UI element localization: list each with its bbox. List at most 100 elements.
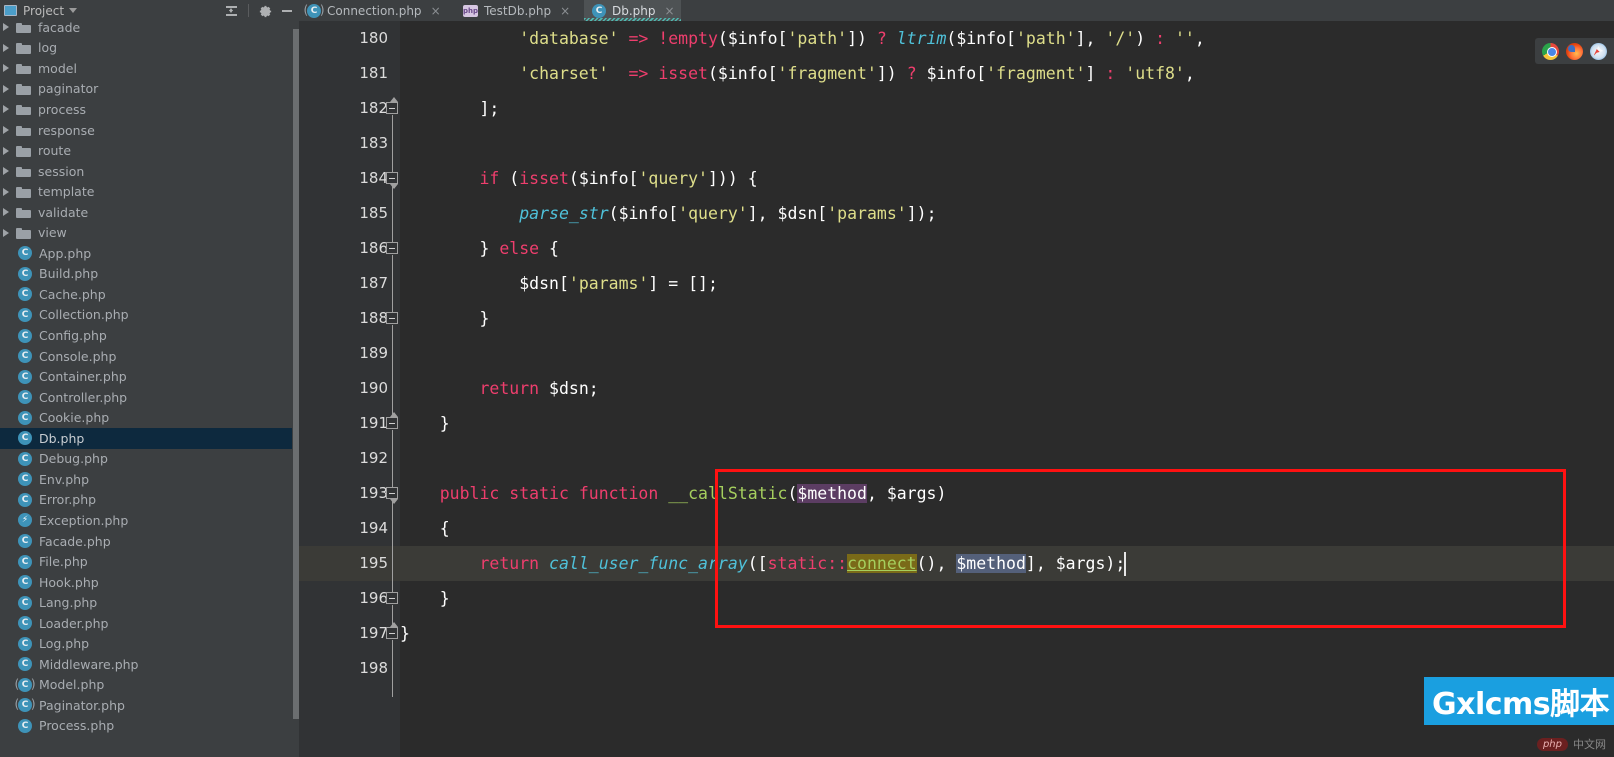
tree-file-Cookie[interactable]: Cookie.php <box>0 407 292 428</box>
tree-folder-paginator[interactable]: paginator <box>0 79 292 100</box>
expand-arrow-icon[interactable] <box>3 23 9 32</box>
tree-folder-session[interactable]: session <box>0 161 292 182</box>
tree-file-App[interactable]: App.php <box>0 243 292 264</box>
code-line-189[interactable] <box>400 336 1614 371</box>
tree-file-Model[interactable]: )Model.php <box>0 675 292 696</box>
tree-file-Error[interactable]: Error.php <box>0 490 292 511</box>
tree-folder-log[interactable]: log <box>0 38 292 59</box>
fold-marker-196[interactable] <box>386 592 398 604</box>
tree-file-Collection[interactable]: Collection.php <box>0 305 292 326</box>
code-line-193[interactable]: public static function __callStatic($met… <box>400 476 1614 511</box>
fold-marker-191[interactable] <box>386 412 398 429</box>
expand-arrow-icon[interactable] <box>3 105 9 114</box>
tree-file-Container[interactable]: Container.php <box>0 366 292 387</box>
tree-file-label: Config.php <box>39 328 107 343</box>
tab-testdb[interactable]: TestDb.php × <box>455 0 576 21</box>
tree-file-Env[interactable]: Env.php <box>0 469 292 490</box>
expand-arrow-icon[interactable] <box>3 228 9 237</box>
tree-file-Process[interactable]: Process.php <box>0 716 292 737</box>
fold-marker-184[interactable] <box>386 172 398 189</box>
tree-file-Build[interactable]: Build.php <box>0 264 292 285</box>
tree-file-label: Exception.php <box>39 512 129 528</box>
tree-folder-model[interactable]: model <box>0 58 292 79</box>
tree-file-Facade[interactable]: Facade.php <box>0 531 292 552</box>
firefox-icon[interactable] <box>1566 42 1583 60</box>
tab-connection[interactable]: ()Connection.php × <box>299 0 447 21</box>
close-icon[interactable]: × <box>431 5 441 17</box>
project-tree[interactable]: facade log model paginator process response ro… <box>0 17 292 757</box>
tree-file-Log[interactable]: Log.php <box>0 634 292 655</box>
expand-arrow-icon[interactable] <box>3 64 9 73</box>
fold-marker-186[interactable] <box>386 242 398 254</box>
code-line-186[interactable]: } else { <box>400 231 1614 266</box>
close-icon[interactable]: × <box>665 5 675 17</box>
code-line-184[interactable]: if (isset($info['query'])) { <box>400 161 1614 196</box>
tree-folder-process[interactable]: process <box>0 99 292 120</box>
expand-arrow-icon[interactable] <box>3 84 9 93</box>
expand-arrow-icon[interactable] <box>3 208 9 217</box>
watermark-php-badge: php <box>1536 737 1568 751</box>
tree-folder-template[interactable]: template <box>0 181 292 202</box>
class-icon <box>18 451 32 466</box>
tree-folder-validate[interactable]: validate <box>0 202 292 223</box>
project-tree-scrollbar[interactable] <box>292 0 299 757</box>
tree-file-Loader[interactable]: Loader.php <box>0 613 292 634</box>
code-line-194[interactable]: { <box>400 511 1614 546</box>
tree-file-Controller[interactable]: Controller.php <box>0 387 292 408</box>
safari-icon[interactable] <box>1590 42 1607 60</box>
tab-db[interactable]: Db.php × <box>584 0 681 21</box>
code-line-192[interactable] <box>400 441 1614 476</box>
fold-marker-197[interactable] <box>386 622 398 639</box>
chevron-down-icon[interactable] <box>69 8 78 13</box>
tree-file-Db[interactable]: Db.php <box>0 428 292 449</box>
collapse-all-icon[interactable] <box>224 3 239 18</box>
fold-guide-line <box>391 500 393 592</box>
code-line-185[interactable]: parse_str($info['query'], $dsn['params']… <box>400 196 1614 231</box>
expand-arrow-icon[interactable] <box>3 43 9 52</box>
tree-file-Console[interactable]: Console.php <box>0 346 292 367</box>
code-line-190[interactable]: return $dsn; <box>400 371 1614 406</box>
expand-arrow-icon[interactable] <box>3 187 9 196</box>
fold-marker-188[interactable] <box>386 312 398 324</box>
tree-folder-route[interactable]: route <box>0 140 292 161</box>
tree-file-Config[interactable]: Config.php <box>0 325 292 346</box>
tree-folder-label: response <box>38 122 95 138</box>
folder-icon <box>16 42 31 54</box>
code-line-183[interactable] <box>400 126 1614 161</box>
chrome-icon[interactable] <box>1542 42 1559 60</box>
code-line-188[interactable]: } <box>400 301 1614 336</box>
class-icon <box>18 410 32 425</box>
tree-file-Paginator[interactable]: )Paginator.php <box>0 695 292 716</box>
code-line-182[interactable]: ]; <box>400 91 1614 126</box>
code-line-197[interactable]: } <box>400 616 1614 651</box>
gear-icon[interactable] <box>258 4 272 18</box>
code-folding-strip[interactable] <box>383 21 400 757</box>
code-line-196[interactable]: } <box>400 581 1614 616</box>
tree-file-Exception[interactable]: Exception.php <box>0 510 292 531</box>
tree-file-Debug[interactable]: Debug.php <box>0 449 292 470</box>
tree-file-Cache[interactable]: Cache.php <box>0 284 292 305</box>
code-editor[interactable]: 'database' => !empty($info['path']) ? lt… <box>400 21 1614 757</box>
expand-arrow-icon[interactable] <box>3 167 9 176</box>
tree-file-Middleware[interactable]: Middleware.php <box>0 654 292 675</box>
tree-file-File[interactable]: File.php <box>0 551 292 572</box>
code-line-191[interactable]: } <box>400 406 1614 441</box>
fold-marker-193[interactable] <box>386 487 398 504</box>
expand-arrow-icon[interactable] <box>3 146 9 155</box>
tree-file-Lang[interactable]: Lang.php <box>0 592 292 613</box>
code-line-195[interactable]: return call_user_func_array([static::con… <box>400 546 1614 581</box>
expand-arrow-icon[interactable] <box>3 126 9 134</box>
code-line-180[interactable]: 'database' => !empty($info['path']) ? lt… <box>400 21 1614 56</box>
code-line-181[interactable]: 'charset' => isset($info['fragment']) ? … <box>400 56 1614 91</box>
tree-folder-view[interactable]: view <box>0 223 292 244</box>
folder-icon <box>16 227 31 239</box>
code-line-187[interactable]: $dsn['params'] = []; <box>400 266 1614 301</box>
tree-file-label: Error.php <box>39 492 97 508</box>
tree-folder-response[interactable]: response <box>0 120 292 141</box>
fold-marker-182[interactable] <box>386 97 398 114</box>
watermark: Gxlcms脚本 php 中文网 <box>1414 671 1614 757</box>
close-icon[interactable]: × <box>560 5 570 17</box>
tree-file-label: Loader.php <box>39 615 109 631</box>
tree-file-Hook[interactable]: Hook.php <box>0 572 292 593</box>
tree-folder-facade[interactable]: facade <box>0 17 292 38</box>
